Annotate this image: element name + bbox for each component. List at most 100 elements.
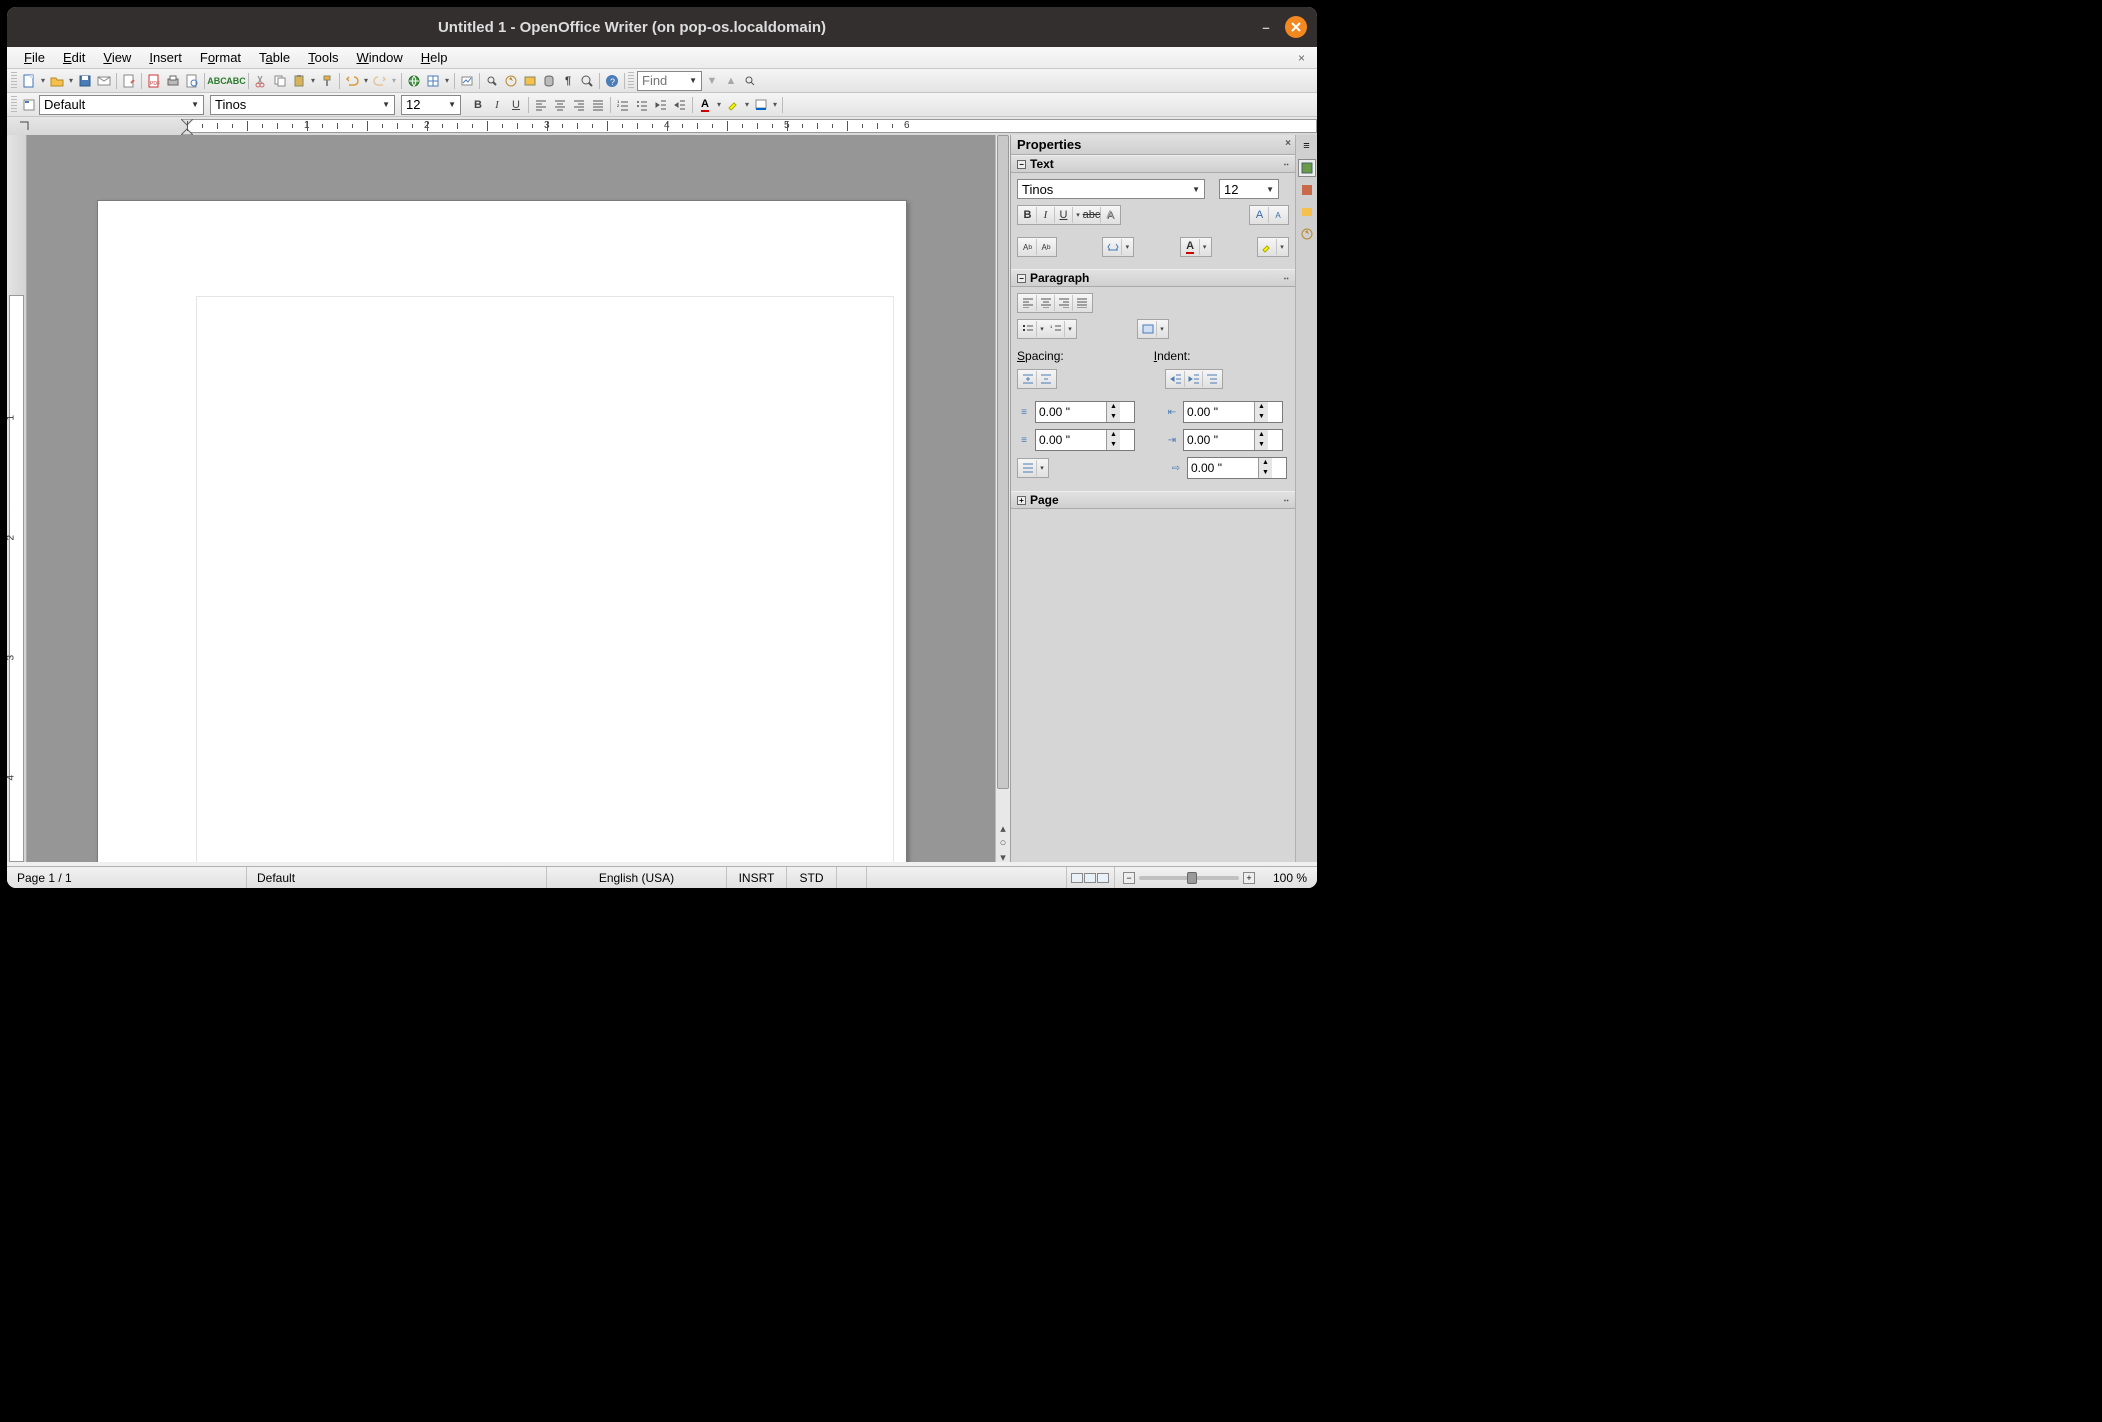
sb-hanging-indent[interactable] xyxy=(1203,371,1221,387)
spellcheck-button[interactable]: ABC xyxy=(208,72,226,90)
spin-up[interactable]: ▲ xyxy=(1259,458,1272,468)
styles-button[interactable] xyxy=(20,96,38,114)
data-sources-button[interactable] xyxy=(540,72,558,90)
font-size-combo[interactable]: ▼ xyxy=(401,95,461,115)
status-page[interactable]: Page 1 / 1 xyxy=(7,867,247,888)
find-next-button[interactable]: ▼ xyxy=(703,72,721,90)
sb-spacing-button[interactable] xyxy=(1104,239,1122,255)
font-name-input[interactable] xyxy=(215,97,380,112)
expand-icon[interactable]: + xyxy=(1017,496,1026,505)
status-selection[interactable]: STD xyxy=(787,867,837,888)
highlight-dropdown[interactable]: ▾ xyxy=(1277,239,1287,255)
redo-button[interactable] xyxy=(371,72,389,90)
indent-left-spin[interactable]: ▲▼ xyxy=(1183,401,1283,423)
italic-button[interactable]: I xyxy=(488,96,506,114)
spin-down[interactable]: ▼ xyxy=(1107,440,1120,450)
sb-highlight-button[interactable] xyxy=(1259,239,1277,255)
sidebar-menu-icon[interactable]: ≡ xyxy=(1298,137,1316,155)
align-left-button[interactable] xyxy=(532,96,550,114)
font-color-dropdown[interactable]: ▾ xyxy=(1200,239,1210,255)
toolbar-grip-icon[interactable] xyxy=(11,96,17,114)
spin-down[interactable]: ▼ xyxy=(1107,412,1120,422)
indent-first-spin[interactable]: ▲▼ xyxy=(1187,457,1287,479)
bullets-dropdown[interactable]: ▾ xyxy=(1037,321,1047,337)
panel-paragraph-header[interactable]: − Paragraph ⸱⸱ xyxy=(1011,269,1295,287)
size-dropdown-icon[interactable]: ▼ xyxy=(446,100,458,109)
sidebar-close-icon[interactable]: × xyxy=(1285,138,1291,149)
font-name-combo[interactable]: ▼ xyxy=(210,95,395,115)
spin-down[interactable]: ▼ xyxy=(1259,468,1272,478)
gallery-button[interactable] xyxy=(521,72,539,90)
sidebar-gallery-icon[interactable] xyxy=(1298,203,1316,221)
copy-button[interactable] xyxy=(271,72,289,90)
multi-page-icon[interactable] xyxy=(1084,873,1096,883)
dropdown-icon[interactable]: ▼ xyxy=(1190,185,1202,194)
menu-format[interactable]: Format xyxy=(191,48,250,67)
dropdown-icon[interactable]: ▼ xyxy=(1264,185,1276,194)
more-options-icon[interactable]: ⸱⸱ xyxy=(1284,271,1289,285)
font-dropdown-icon[interactable]: ▼ xyxy=(380,100,392,109)
sb-size-combo[interactable]: ▼ xyxy=(1219,179,1279,199)
underline-button[interactable]: U xyxy=(507,96,525,114)
sb-underline-button[interactable]: U xyxy=(1055,207,1073,223)
next-page-icon[interactable]: ▾ xyxy=(1000,851,1006,864)
sb-para-bg-button[interactable] xyxy=(1139,321,1157,337)
find-input[interactable] xyxy=(642,73,687,88)
nav-target-icon[interactable]: ○ xyxy=(1000,837,1007,849)
sb-font-color-button[interactable]: A xyxy=(1182,239,1200,255)
sb-shrink-font-button[interactable]: A xyxy=(1269,207,1287,223)
bg-color-dropdown[interactable]: ▾ xyxy=(771,100,779,109)
numbered-list-button[interactable]: 12 xyxy=(614,96,632,114)
menu-table[interactable]: Table xyxy=(250,48,299,67)
minimize-button[interactable]: – xyxy=(1255,16,1277,38)
paragraph-style-input[interactable] xyxy=(44,97,189,112)
space-above-spin[interactable]: ▲▼ xyxy=(1035,401,1135,423)
increase-indent-button[interactable] xyxy=(671,96,689,114)
numbering-dropdown[interactable]: ▾ xyxy=(1065,321,1075,337)
sb-align-justify[interactable] xyxy=(1073,295,1091,311)
menu-tools[interactable]: Tools xyxy=(299,48,347,67)
panel-page-header[interactable]: + Page ⸱⸱ xyxy=(1011,491,1295,509)
status-style[interactable]: Default xyxy=(247,867,547,888)
sb-superscript-button[interactable]: Ab xyxy=(1019,239,1037,255)
prev-page-icon[interactable]: ▴ xyxy=(1000,822,1006,835)
sb-bullets-button[interactable] xyxy=(1019,321,1037,337)
style-dropdown-icon[interactable]: ▼ xyxy=(189,100,201,109)
navigator-button[interactable] xyxy=(502,72,520,90)
sb-strike-button[interactable]: abc xyxy=(1083,207,1101,223)
export-pdf-button[interactable]: PDF xyxy=(145,72,163,90)
open-button[interactable] xyxy=(48,72,66,90)
indent-left-input[interactable] xyxy=(1184,405,1254,419)
new-doc-button[interactable] xyxy=(20,72,38,90)
more-options-icon[interactable]: ⸱⸱ xyxy=(1284,157,1289,171)
zoom-out-button[interactable]: − xyxy=(1123,872,1135,884)
para-bg-dropdown[interactable]: ▾ xyxy=(1157,321,1167,337)
sb-dec-spacing[interactable] xyxy=(1037,371,1055,387)
bg-color-button[interactable] xyxy=(752,96,770,114)
status-lang[interactable]: English (USA) xyxy=(547,867,727,888)
sb-font-input[interactable] xyxy=(1022,182,1190,197)
format-paintbrush-button[interactable] xyxy=(318,72,336,90)
table-button[interactable] xyxy=(424,72,442,90)
status-view-modes[interactable] xyxy=(1067,867,1115,888)
redo-dropdown[interactable]: ▾ xyxy=(390,76,398,85)
sidebar-properties-icon[interactable] xyxy=(1298,159,1316,177)
find-toolbar-grip-icon[interactable] xyxy=(628,72,634,90)
close-button[interactable] xyxy=(1285,16,1307,38)
status-zoom[interactable]: 100 % xyxy=(1263,867,1317,888)
sb-bold-button[interactable]: B xyxy=(1019,207,1037,223)
spacing-dropdown[interactable]: ▾ xyxy=(1122,239,1132,255)
sb-align-right[interactable] xyxy=(1055,295,1073,311)
scrollbar-thumb[interactable] xyxy=(997,135,1009,789)
highlight-dropdown[interactable]: ▾ xyxy=(743,100,751,109)
space-below-input[interactable] xyxy=(1036,433,1106,447)
line-spacing-button[interactable] xyxy=(1019,460,1037,476)
space-above-input[interactable] xyxy=(1036,405,1106,419)
book-view-icon[interactable] xyxy=(1097,873,1109,883)
nonprinting-chars-button[interactable]: ¶ xyxy=(559,72,577,90)
print-button[interactable] xyxy=(164,72,182,90)
menu-insert[interactable]: Insert xyxy=(140,48,191,67)
sb-subscript-button[interactable]: Ab xyxy=(1037,239,1055,255)
indent-right-spin[interactable]: ▲▼ xyxy=(1183,429,1283,451)
cut-button[interactable] xyxy=(252,72,270,90)
